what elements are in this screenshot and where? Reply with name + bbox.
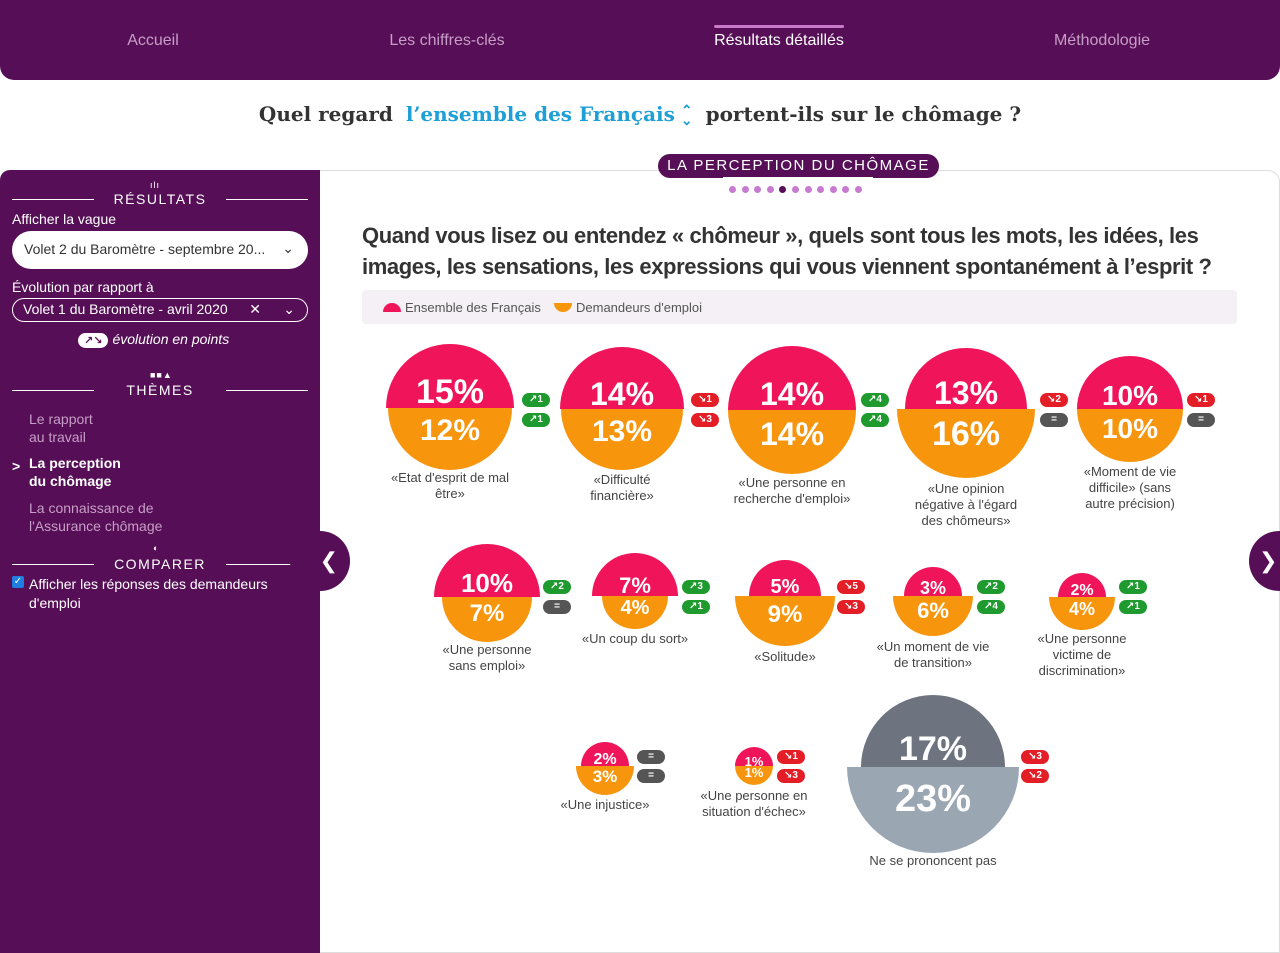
pagination-dots	[723, 177, 873, 201]
section-title-pill: LA PERCEPTION DU CHÔMAGE	[658, 154, 939, 178]
themes-icon: ■■▲	[150, 370, 173, 380]
evolution-badge-ensemble: ↗2	[977, 580, 1005, 594]
audience-selector[interactable]: l’ensemble des Français	[406, 102, 675, 126]
pagination-dot[interactable]	[804, 186, 812, 193]
question-prefix: Quel regard	[258, 102, 393, 126]
evolution-select[interactable]: Volet 1 du Baromètre - avril 2020 ✕ ⌄	[12, 298, 308, 322]
pagination-dot[interactable]	[829, 186, 837, 193]
bubble-label: «Un moment de vie de transition»	[876, 639, 990, 670]
evolution-badge-ensemble: =	[637, 750, 665, 764]
compare-section-title: COMPARER	[12, 556, 308, 572]
results-section-title: RÉSULTATS	[12, 191, 308, 207]
evolution-badge-ensemble: ↗3	[682, 580, 710, 594]
evolution-badge-ensemble: ↘1	[1187, 393, 1215, 407]
evolution-badge-demandeurs: ↘3	[777, 769, 805, 783]
evolution-badge-demandeurs: ↗4	[861, 413, 889, 427]
question-suffix: portent-ils sur le chômage ?	[705, 102, 1022, 126]
audience-question: Quel regard l’ensemble des Français ⌃ ⌄ po…	[0, 102, 1280, 128]
selector-arrows-icon[interactable]: ⌃ ⌄	[681, 104, 693, 128]
legend-item-ensemble: Ensemble des Français	[383, 300, 541, 315]
evolution-select-value: Volet 1 du Baromètre - avril 2020	[23, 301, 228, 317]
legend-swatch-ensemble	[383, 303, 401, 312]
bubble-label: Ne se prononcent pas	[869, 853, 997, 868]
bubble-label: «Moment de vie difficile» (sans autre pr…	[1083, 464, 1177, 511]
nav-item-accueil[interactable]: Accueil	[127, 32, 179, 50]
legend-label-demandeurs: Demandeurs d'emploi	[576, 300, 703, 315]
bubble-label: «Difficulté financière»	[590, 472, 654, 503]
legend-label-ensemble: Ensemble des Français	[405, 300, 541, 315]
evolution-badge-demandeurs: ↘3	[691, 413, 719, 427]
compare-checkbox[interactable]: ✓	[12, 576, 24, 588]
bubble-label: «Solitude»	[754, 649, 816, 664]
evolution-badge-ensemble: ↘3	[1021, 750, 1049, 764]
pagination-dot[interactable]	[729, 186, 736, 193]
theme-perception-chomage[interactable]: La perception du chômage	[29, 454, 121, 490]
chevron-right-icon: >	[12, 458, 21, 474]
legend-item-demandeurs: Demandeurs d'emploi	[554, 300, 702, 315]
bubble-label: «Une personne en recherche d'emploi»	[733, 475, 851, 506]
top-navigation: Accueil Les chiffres-clés Résultats déta…	[0, 0, 1280, 80]
clear-icon[interactable]: ✕	[249, 301, 261, 318]
bubble-label: «Une personne victime de discrimination»	[1037, 631, 1127, 678]
pagination-dot[interactable]	[792, 186, 799, 193]
evolution-badge-ensemble: ↗2	[543, 580, 571, 594]
wave-select-value: Volet 2 du Baromètre - septembre 20...	[24, 241, 266, 257]
nav-item-methodologie[interactable]: Méthodologie	[1054, 32, 1150, 50]
evolution-badge-demandeurs: =	[1187, 413, 1215, 427]
theme-connaissance-assurance[interactable]: La connaissance de l'Assurance chômage	[29, 499, 162, 535]
pagination-dot[interactable]	[754, 186, 762, 193]
evolution-note: ↗↘ évolution en points	[78, 331, 229, 348]
evolution-badge-ensemble: ↘5	[837, 580, 865, 594]
legend-swatch-demandeurs	[554, 303, 572, 312]
evolution-arrows-icon: ↗↘	[78, 333, 109, 348]
pagination-dot[interactable]	[842, 186, 850, 193]
evolution-badge-demandeurs: ↘2	[1021, 769, 1049, 783]
previous-arrow-button[interactable]: ❮	[290, 531, 350, 591]
evolution-note-text: évolution en points	[112, 331, 230, 347]
compare-label: Afficher les réponses des demandeurs d'e…	[29, 576, 268, 611]
legend: Ensemble des Français Demandeurs d'emplo…	[362, 290, 1237, 324]
bubble-label: «Une opinion négative à l'égard des chôm…	[914, 481, 1018, 528]
chevron-down-icon: ⌄	[282, 240, 294, 256]
evolution-badge-demandeurs: =	[543, 600, 571, 614]
evolution-badge-demandeurs: ↗1	[522, 413, 550, 427]
wave-select[interactable]: Volet 2 du Baromètre - septembre 20... ⌄	[12, 231, 308, 269]
bubble-label: «Une personne en situation d'échec»	[700, 788, 808, 819]
compare-icon: ◐	[153, 543, 160, 553]
evolution-badge-ensemble: ↗4	[861, 393, 889, 407]
bubble-label: «Un coup du sort»	[581, 631, 689, 646]
themes-section-title: THÈMES	[12, 382, 308, 398]
bubble-label: «Une personne sans emploi»	[442, 642, 532, 673]
bubble-label: «Etat d'esprit de mal être»	[390, 470, 510, 501]
nav-item-chiffres-cles[interactable]: Les chiffres-clés	[389, 32, 504, 50]
evolution-badge-ensemble: ↘1	[777, 750, 805, 764]
results-icon: ılı	[150, 180, 161, 190]
evolution-badge-ensemble: ↘1	[691, 393, 719, 407]
wave-label: Afficher la vague	[12, 211, 117, 227]
chevron-down-icon: ⌄	[283, 301, 295, 317]
evolution-badge-ensemble: ↗1	[522, 393, 550, 407]
evolution-badge-demandeurs: ↗1	[1119, 600, 1147, 614]
nav-item-resultats-detailles[interactable]: Résultats détaillés	[714, 25, 844, 50]
pagination-dot[interactable]	[779, 186, 787, 193]
pagination-dot[interactable]	[766, 186, 774, 193]
evolution-badge-demandeurs: =	[1040, 413, 1068, 427]
question-title: Quand vous lisez ou entendez « chômeur »…	[362, 223, 1212, 279]
evolution-badge-ensemble: ↗1	[1119, 580, 1147, 594]
evolution-badge-ensemble: ↘2	[1040, 393, 1068, 407]
evolution-label: Évolution par rapport à	[12, 279, 154, 295]
bubble-label: «Une injustice»	[560, 797, 650, 812]
evolution-badge-demandeurs: ↗1	[682, 600, 710, 614]
pagination-dot[interactable]	[741, 186, 749, 193]
pagination-dot[interactable]	[855, 186, 862, 193]
evolution-badge-demandeurs: ↘3	[837, 600, 865, 614]
pagination-dot[interactable]	[817, 186, 825, 193]
theme-rapport-travail[interactable]: Le rapport au travail	[29, 410, 93, 446]
evolution-badge-demandeurs: =	[637, 769, 665, 783]
evolution-badge-demandeurs: ↗4	[977, 600, 1005, 614]
